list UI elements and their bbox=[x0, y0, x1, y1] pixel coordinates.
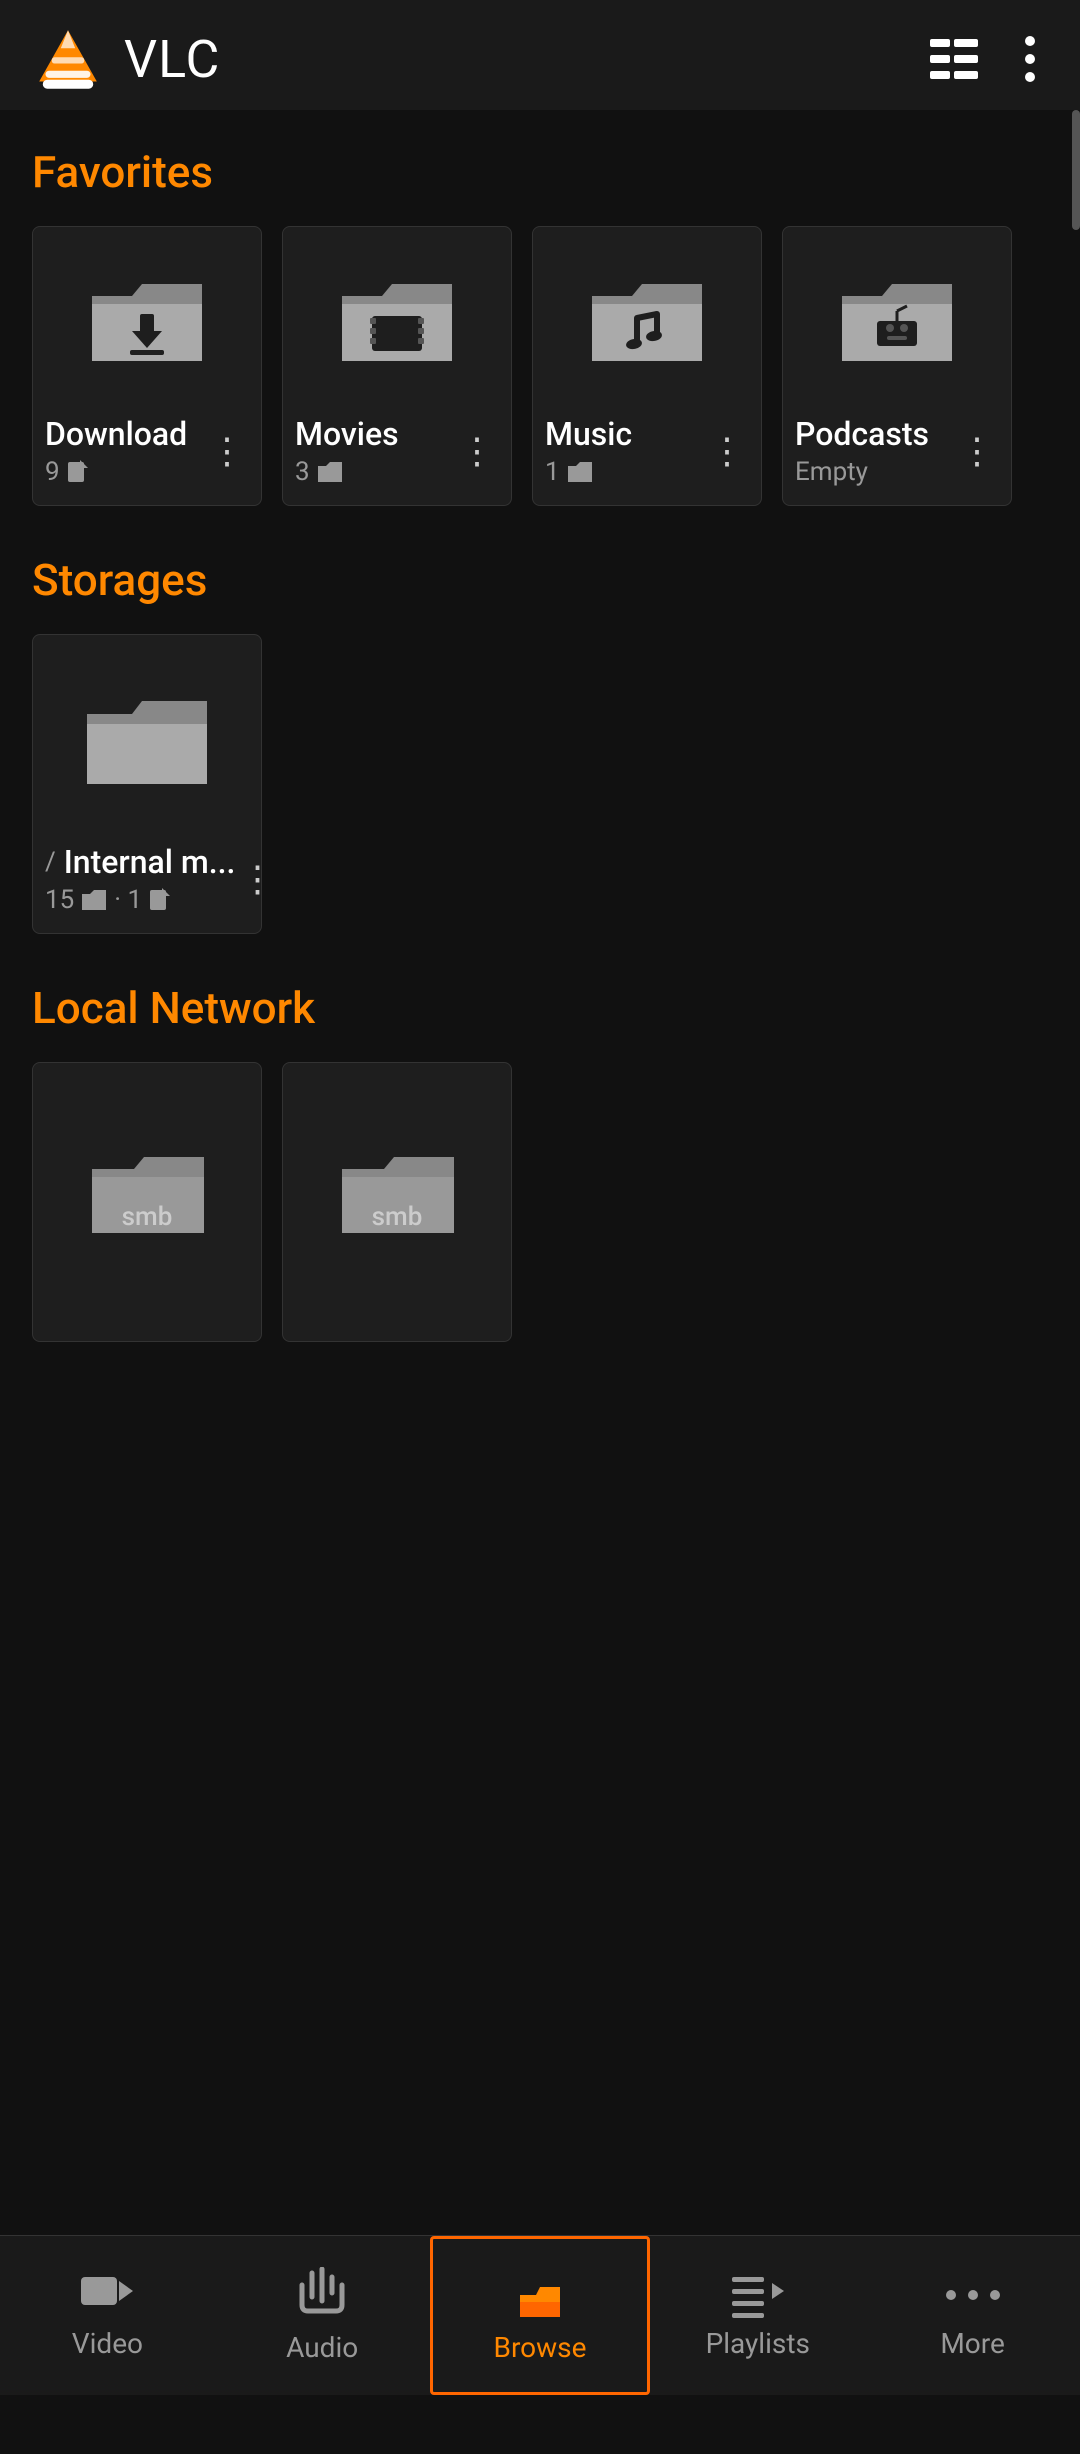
download-card-icon-area bbox=[45, 227, 249, 415]
nav-item-more[interactable]: More bbox=[865, 2236, 1080, 2395]
movies-card-info: Movies 3 ⋮ bbox=[295, 415, 499, 487]
smb-card-2[interactable]: smb bbox=[282, 1062, 512, 1342]
movies-card-name: Movies bbox=[295, 415, 399, 453]
local-network-section: Local Network smb bbox=[0, 946, 1080, 1354]
nav-label-playlists: Playlists bbox=[706, 2327, 810, 2360]
nav-item-playlists[interactable]: Playlists bbox=[650, 2236, 865, 2395]
internal-storage-icon-area bbox=[45, 635, 249, 843]
vlc-logo-icon bbox=[32, 23, 104, 95]
movies-card-meta: 3 bbox=[295, 457, 399, 487]
download-card[interactable]: Download 9 ⋮ bbox=[32, 226, 262, 506]
download-folder-icon bbox=[82, 266, 212, 376]
music-card-text: Music 1 bbox=[545, 415, 632, 487]
download-card-text: Download 9 bbox=[45, 415, 187, 487]
podcasts-folder-icon bbox=[832, 266, 962, 376]
header: VLC bbox=[0, 0, 1080, 110]
internal-storage-card-text: / Internal m... 15 · 1 bbox=[45, 843, 235, 915]
favorites-cards-grid: Download 9 ⋮ bbox=[32, 226, 1048, 506]
local-network-title: Local Network bbox=[32, 982, 1048, 1034]
smb-label-1: smb bbox=[122, 1202, 173, 1232]
internal-storage-card-info: / Internal m... 15 · 1 ⋮ bbox=[45, 843, 249, 915]
music-card-menu-icon[interactable]: ⋮ bbox=[705, 426, 749, 476]
movies-card-menu-icon[interactable]: ⋮ bbox=[455, 426, 499, 476]
storages-section: Storages / Internal m... 15 bbox=[0, 518, 1080, 946]
smb-label-2: smb bbox=[372, 1202, 423, 1232]
grid-view-icon[interactable] bbox=[928, 37, 980, 81]
smb-card-1[interactable]: smb bbox=[32, 1062, 262, 1342]
nav-item-audio[interactable]: Audio bbox=[215, 2236, 430, 2395]
storages-cards-grid: / Internal m... 15 · 1 ⋮ bbox=[32, 634, 1048, 934]
internal-storage-menu-icon[interactable]: ⋮ bbox=[235, 854, 279, 904]
internal-storage-card[interactable]: / Internal m... 15 · 1 ⋮ bbox=[32, 634, 262, 934]
download-card-name: Download bbox=[45, 415, 187, 453]
smb-card-1-icon-area: smb bbox=[45, 1063, 249, 1323]
music-card-icon-area bbox=[545, 227, 749, 415]
nav-label-more: More bbox=[940, 2327, 1005, 2360]
header-left: VLC bbox=[32, 23, 220, 95]
music-card-name: Music bbox=[545, 415, 632, 453]
podcasts-card-name: Podcasts bbox=[795, 415, 929, 453]
bottom-navigation: Video Audio Browse Playlists bbox=[0, 2235, 1080, 2395]
podcasts-card-menu-icon[interactable]: ⋮ bbox=[955, 426, 999, 476]
nav-label-video: Video bbox=[72, 2327, 143, 2360]
download-card-info: Download 9 ⋮ bbox=[45, 415, 249, 487]
music-card-info: Music 1 ⋮ bbox=[545, 415, 749, 487]
browse-nav-icon bbox=[512, 2267, 568, 2323]
audio-nav-icon bbox=[298, 2267, 346, 2323]
header-right bbox=[928, 33, 1048, 85]
music-card[interactable]: Music 1 ⋮ bbox=[532, 226, 762, 506]
playlists-nav-icon bbox=[730, 2271, 786, 2319]
more-nav-icon bbox=[941, 2271, 1005, 2319]
scroll-indicator bbox=[1072, 110, 1080, 230]
music-folder-icon bbox=[582, 266, 712, 376]
movies-card[interactable]: Movies 3 ⋮ bbox=[282, 226, 512, 506]
podcasts-card-info: Podcasts Empty ⋮ bbox=[795, 415, 999, 487]
podcasts-card-text: Podcasts Empty bbox=[795, 415, 929, 487]
download-card-meta: 9 bbox=[45, 457, 187, 487]
internal-storage-card-meta: 15 · 1 bbox=[45, 885, 235, 915]
nav-item-browse[interactable]: Browse bbox=[430, 2236, 651, 2395]
smb-card-2-icon-area: smb bbox=[295, 1063, 499, 1323]
movies-card-icon-area bbox=[295, 227, 499, 415]
nav-label-audio: Audio bbox=[286, 2331, 358, 2364]
music-card-meta: 1 bbox=[545, 457, 632, 487]
video-nav-icon bbox=[79, 2271, 135, 2319]
download-card-menu-icon[interactable]: ⋮ bbox=[205, 426, 249, 476]
internal-storage-card-name: Internal m... bbox=[64, 843, 236, 881]
favorites-title: Favorites bbox=[32, 146, 1048, 198]
movies-folder-icon bbox=[332, 266, 462, 376]
app-title: VLC bbox=[124, 29, 220, 90]
movies-card-text: Movies 3 bbox=[295, 415, 399, 487]
podcasts-card-icon-area bbox=[795, 227, 999, 415]
podcasts-card[interactable]: Podcasts Empty ⋮ bbox=[782, 226, 1012, 506]
podcasts-card-meta: Empty bbox=[795, 457, 929, 487]
more-options-icon[interactable] bbox=[1012, 33, 1048, 85]
nav-item-video[interactable]: Video bbox=[0, 2236, 215, 2395]
local-network-cards-grid: smb smb bbox=[32, 1062, 1048, 1342]
favorites-section: Favorites Download 9 bbox=[0, 110, 1080, 518]
storages-title: Storages bbox=[32, 554, 1048, 606]
nav-label-browse: Browse bbox=[494, 2331, 587, 2364]
storage-folder-icon bbox=[77, 679, 217, 799]
